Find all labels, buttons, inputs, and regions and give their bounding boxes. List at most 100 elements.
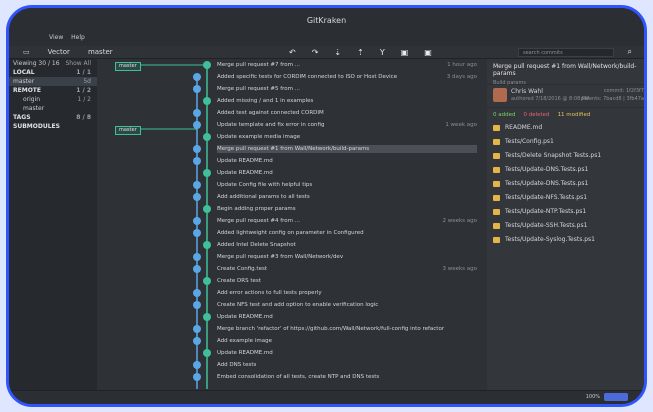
menu-help[interactable]: Help [71,34,85,41]
commit-node[interactable] [193,217,201,225]
branch-tag-master[interactable]: master [115,62,141,71]
commit-row[interactable]: Create Config.test 3 weeks ago [217,265,477,273]
commit-row-message: Update README.md [217,314,273,320]
commit-node[interactable] [203,313,211,321]
commit-row[interactable]: Update template and fix error in config 1… [217,121,477,129]
sidebar-viewing: Viewing 30 / 16 [13,60,60,67]
commit-node[interactable] [203,277,211,285]
branch-selector[interactable]: master [88,48,113,56]
stash-icon[interactable]: ▣ [401,48,409,57]
commit-row[interactable]: Update example media image [217,133,477,141]
commit-node[interactable] [193,229,201,237]
commit-node[interactable] [193,253,201,261]
commit-node[interactable] [193,145,201,153]
commit-sha[interactable]: commit: 1f2f3f7 [604,88,644,94]
menu-view[interactable]: View [49,34,63,41]
sidebar-show-all[interactable]: Show All [65,59,91,68]
commit-node[interactable] [193,193,201,201]
sidebar-item-origin[interactable]: origin 1 / 2 [9,95,97,104]
commit-node[interactable] [203,241,211,249]
commit-row[interactable]: Embed consolidation of all tests, create… [217,373,477,381]
commit-row[interactable]: Added test against connected CORDIM [217,109,477,117]
file-item[interactable]: Tests/Update-DNS.Tests.ps1 [487,163,644,177]
commit-node[interactable] [203,97,211,105]
commit-parents[interactable]: parents: 7bacd8 | 3fb47a [581,96,644,102]
commit-row[interactable]: Added specific tests for CORDIM connecte… [217,73,477,81]
commit-node[interactable] [193,85,201,93]
commit-row[interactable]: Update README.md [217,157,477,165]
commit-row[interactable]: Merge pull request #3 from Wall/Network/… [217,253,477,261]
file-item[interactable]: Tests/Config.ps1 [487,135,644,149]
commit-row[interactable]: Update README.md [217,169,477,177]
commit-node[interactable] [193,157,201,165]
commit-row-message: Add additional params to all tests [217,194,310,200]
file-item[interactable]: Tests/Update-NFS.Tests.ps1 [487,191,644,205]
commit-row-time: 3 weeks ago [442,266,477,272]
commit-node[interactable] [203,61,211,69]
commit-node[interactable] [193,337,201,345]
redo-icon[interactable]: ↷ [312,48,319,57]
commit-node[interactable] [203,349,211,357]
commit-row[interactable]: Add example image [217,337,477,345]
commit-row[interactable]: Create NFS test and add option to enable… [217,301,477,309]
pop-icon[interactable]: ▣ [424,48,432,57]
search-input[interactable]: search commits [518,48,614,57]
commit-row[interactable]: Merge branch 'refactor' of https://githu… [217,325,477,333]
sidebar-item-origin-master[interactable]: master [9,104,97,113]
commit-row-message: Embed consolidation of all tests, create… [217,374,380,380]
commit-row-message: Update Config file with helpful tips [217,182,313,188]
commit-node[interactable] [193,121,201,129]
file-name: Tests/Config.ps1 [505,138,554,145]
commit-node[interactable] [193,73,201,81]
file-item[interactable]: Tests/Delete Snapshot Tests.ps1 [487,149,644,163]
commit-node[interactable] [193,301,201,309]
sidebar-item-local[interactable]: LOCAL 1 / 1 [9,68,97,77]
commit-row[interactable]: Update Config file with helpful tips [217,181,477,189]
commit-row[interactable]: Added Intel Delete Snapshot [217,241,477,249]
commit-row[interactable]: Merge pull request #5 from ... [217,85,477,93]
commit-node[interactable] [203,133,211,141]
sidebar-item-tags[interactable]: TAGS 8 / 8 [9,113,97,122]
commit-row[interactable]: Add DNS tests [217,361,477,369]
commit-row[interactable]: Add error actions to full tests properly [217,289,477,297]
file-item[interactable]: Tests/Update-SSH.Tests.ps1 [487,219,644,233]
commit-row[interactable]: Add additional params to all tests [217,193,477,201]
commit-row[interactable]: Create DRS test [217,277,477,285]
commit-row[interactable]: Merge pull request #1 from Wall/Network/… [217,145,477,153]
commit-node[interactable] [193,181,201,189]
undo-icon[interactable]: ↶ [289,48,296,57]
commit-node[interactable] [193,373,201,381]
file-item[interactable]: Tests/Update-DNS.Tests.ps1 [487,177,644,191]
sidebar-item-remote[interactable]: REMOTE 1 / 2 [9,86,97,95]
pull-icon[interactable]: ⇣ [334,48,341,57]
search-icon[interactable]: ⌕ [628,47,632,57]
commit-row[interactable]: Update README.md [217,349,477,357]
commit-row[interactable]: Added missing / and 1 in examples [217,97,477,105]
feedback-button[interactable] [604,393,628,401]
commit-row[interactable]: Merge pull request #7 from ... 1 hour ago [217,61,477,69]
commit-row-message: Update README.md [217,170,273,176]
file-item[interactable]: README.md [487,121,644,135]
repo-selector[interactable]: Vector [48,48,70,56]
branch-tag-origin-master[interactable]: master [115,126,141,135]
branch-icon[interactable]: Y [380,48,385,57]
commit-node[interactable] [193,289,201,297]
commit-row[interactable]: Begin adding proper params [217,205,477,213]
file-item[interactable]: Tests/Update-NTP.Tests.ps1 [487,205,644,219]
file-item[interactable]: Tests/Update-Syslog.Tests.ps1 [487,233,644,247]
commit-node[interactable] [203,169,211,177]
stat-added: 0 added [493,111,516,118]
commit-node[interactable] [193,325,201,333]
commit-node[interactable] [193,265,201,273]
sidebar-item-master[interactable]: master 5d [9,77,97,86]
push-icon[interactable]: ⇡ [357,48,364,57]
folder-icon[interactable]: ▭ [23,48,30,56]
commit-node[interactable] [193,361,201,369]
commit-row[interactable]: Merge pull request #4 from ... 2 weeks ag… [217,217,477,225]
commit-row[interactable]: Update README.md [217,313,477,321]
sidebar-item-submodules[interactable]: SUBMODULES [9,122,97,131]
commit-node[interactable] [203,205,211,213]
commit-node[interactable] [193,109,201,117]
file-icon [493,125,500,131]
commit-row[interactable]: Added lightweight config on parameter in… [217,229,477,237]
